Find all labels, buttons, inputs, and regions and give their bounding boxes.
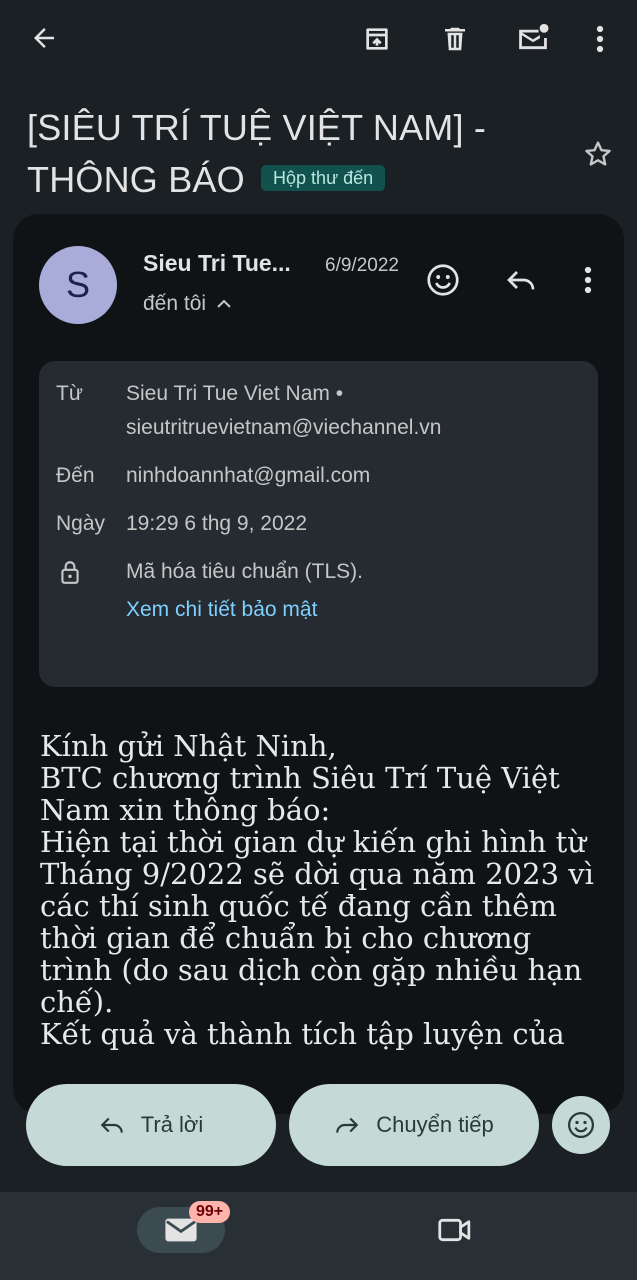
nav-meet-tab[interactable] (432, 1210, 478, 1250)
forward-label: Chuyển tiếp (376, 1112, 494, 1137)
inbox-label-badge[interactable]: Hộp thư đến (261, 165, 386, 192)
react-emoji-button[interactable] (552, 1096, 610, 1154)
email-body: Kính gửi Nhật Ninh, BTC chương trình Siê… (40, 730, 600, 1058)
body-line: Hiện tại thời gian dự kiến ghi hình từ T… (40, 825, 594, 1019)
email-date: 6/9/2022 (325, 255, 399, 276)
top-app-bar (0, 0, 637, 80)
reply-button[interactable]: Trả lời (26, 1084, 276, 1166)
reply-icon[interactable] (501, 260, 541, 300)
mark-unread-icon[interactable] (510, 16, 556, 60)
unread-count-badge: 99+ (189, 1201, 231, 1223)
subject-text: [SIÊU TRÍ TUỆ VIỆT NAM] - THÔNG BÁO (27, 107, 487, 200)
more-vert-icon[interactable] (582, 18, 618, 60)
video-camera-icon (438, 1218, 471, 1242)
message-details: Từ Sieu Tri Tue Viet Nam • sieutritruevi… (39, 361, 598, 687)
add-reaction-icon[interactable] (421, 258, 465, 302)
forward-icon (336, 1117, 359, 1133)
body-line: BTC chương trình Siêu Trí Tuệ Việt Nam x… (40, 761, 560, 827)
message-more-icon[interactable] (573, 260, 603, 300)
to-label: Đến (56, 464, 95, 487)
reply-label: Trả lời (140, 1112, 204, 1137)
sender-name[interactable]: Sieu Tri Tue... (143, 250, 291, 277)
lock-icon (57, 557, 83, 587)
bottom-navigation: 99+ (0, 1192, 637, 1280)
email-subject: [SIÊU TRÍ TUỆ VIỆT NAM] - THÔNG BÁO Hộp … (27, 102, 547, 206)
to-email[interactable]: ninhdoannhat@gmail.com (126, 460, 370, 492)
delete-icon[interactable] (434, 18, 476, 60)
archive-icon[interactable] (356, 18, 398, 60)
from-label: Từ (56, 382, 83, 405)
security-details-link[interactable]: Xem chi tiết bảo mật (126, 594, 317, 626)
body-line: Kính gửi Nhật Ninh, (40, 730, 337, 763)
chevron-up-icon (217, 299, 231, 308)
forward-button[interactable]: Chuyển tiếp (289, 1084, 539, 1166)
back-arrow-icon[interactable] (22, 18, 66, 58)
recipients-toggle[interactable]: đến tôi (143, 292, 232, 316)
to-me-label: đến tôi (143, 292, 207, 315)
reply-icon (100, 1117, 123, 1133)
date-value: 19:29 6 thg 9, 2022 (126, 512, 307, 535)
star-icon[interactable] (578, 134, 618, 174)
emoji-icon (568, 1112, 594, 1138)
avatar[interactable]: S (39, 246, 117, 324)
date-label: Ngày (56, 512, 106, 535)
encryption-text: Mã hóa tiêu chuẩn (TLS). (126, 560, 363, 583)
body-line: Kết quả và thành tích tập luyện của (40, 1017, 565, 1051)
from-email[interactable]: sieutritruevietnam@viechannel.vn (126, 412, 441, 444)
from-name: Sieu Tri Tue Viet Nam • (126, 382, 344, 405)
